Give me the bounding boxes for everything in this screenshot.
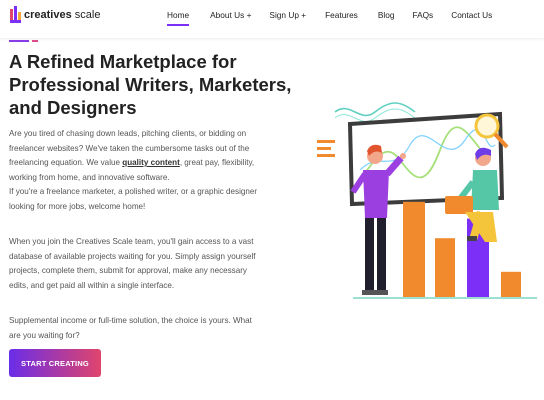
title-accent-dot xyxy=(32,40,38,42)
illustration-bar xyxy=(435,238,455,297)
nav-features[interactable]: Features xyxy=(325,10,358,20)
illustration-bar xyxy=(403,201,425,297)
nav-contact-us[interactable]: Contact Us xyxy=(451,10,492,20)
title-accent-bar xyxy=(9,40,29,42)
bar-chart-icon xyxy=(403,201,521,297)
nav-about-us[interactable]: About Us + xyxy=(210,10,251,20)
nav-sign-up[interactable]: Sign Up + xyxy=(269,10,306,20)
nav-blog[interactable]: Blog xyxy=(378,10,395,20)
freelancers-presenting-chart-illustration xyxy=(317,102,537,299)
join-paragraph: When you join the Creatives Scale team, … xyxy=(9,237,256,290)
brand-logo[interactable]: creatives scale xyxy=(10,6,100,23)
nav-faqs[interactable]: FAQs xyxy=(412,10,433,20)
logo-mark-icon xyxy=(10,6,21,23)
intro-paragraph: Are you tired of chasing down leads, pit… xyxy=(9,127,259,214)
nav-home[interactable]: Home xyxy=(167,10,190,26)
brand-name: creatives scale xyxy=(24,8,101,21)
illustration-bar xyxy=(501,271,521,297)
quality-content-link[interactable]: quality content xyxy=(122,158,180,167)
start-creating-button[interactable]: START CREATING xyxy=(9,349,101,377)
top-navbar: creatives scale Home About Us + Sign Up … xyxy=(0,0,544,38)
page-title: A Refined Marketplace for Professional W… xyxy=(9,51,292,118)
main-menu: Home About Us + Sign Up + Features Blog … xyxy=(167,10,492,26)
closing-paragraph: Supplemental income or full-time solutio… xyxy=(9,316,252,340)
intro-text-c: If you're a freelance marketer, a polish… xyxy=(9,187,258,211)
